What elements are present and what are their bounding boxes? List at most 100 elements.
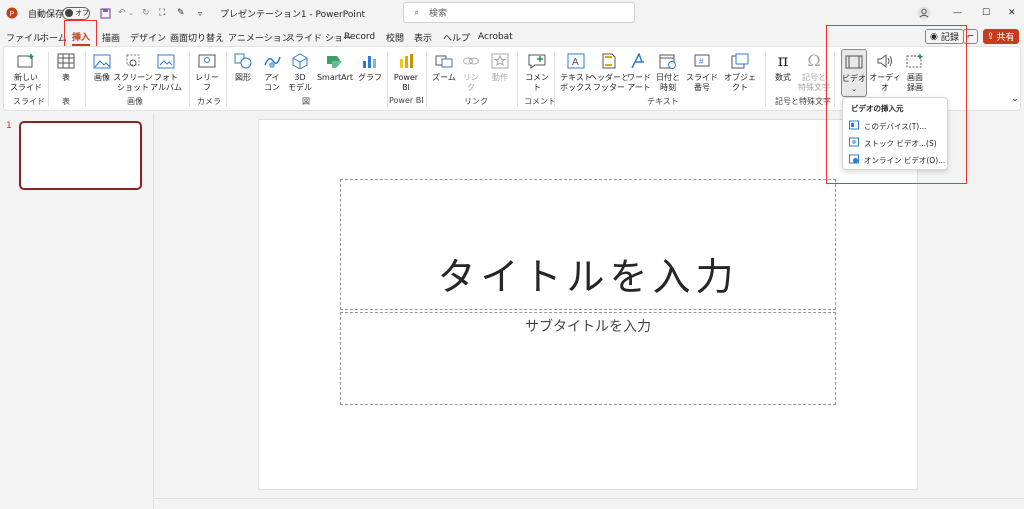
ribbon-separator bbox=[426, 52, 427, 107]
photo-album-button[interactable]: フォト アルバム bbox=[150, 52, 182, 93]
group-label-powerbi: Power BI bbox=[389, 96, 424, 105]
3d-models-label: 3D モデル bbox=[288, 73, 312, 92]
redo-icon[interactable]: ↻ bbox=[142, 0, 150, 26]
header-footer-button[interactable]: ヘッダーと フッター bbox=[589, 52, 629, 93]
image-icon bbox=[93, 52, 111, 70]
tab-home[interactable]: ホーム bbox=[40, 28, 67, 46]
comment-icon bbox=[528, 52, 546, 70]
group-label-illustrations: 図 bbox=[302, 97, 310, 106]
new-slide-label: 新しい スライド bbox=[10, 73, 42, 92]
group-label-links: リンク bbox=[464, 97, 488, 106]
close-icon[interactable]: ✕ bbox=[1008, 0, 1016, 26]
textbox-button[interactable]: A テキスト ボックス bbox=[560, 52, 592, 93]
comment-button[interactable]: コメント bbox=[523, 52, 551, 93]
share-button[interactable]: ⇪ 共有 bbox=[983, 29, 1019, 44]
save-icon[interactable] bbox=[100, 0, 111, 26]
shapes-icon bbox=[234, 52, 252, 70]
zoom-button[interactable]: ズーム bbox=[431, 52, 457, 83]
tab-view[interactable]: 表示 bbox=[414, 28, 432, 46]
group-label-text: テキスト bbox=[647, 97, 679, 106]
svg-text:P: P bbox=[10, 11, 15, 18]
tab-file[interactable]: ファイル bbox=[6, 28, 42, 46]
tab-animations[interactable]: アニメーション bbox=[228, 28, 291, 46]
maximize-icon[interactable]: ☐ bbox=[982, 0, 990, 26]
photo-album-icon bbox=[157, 52, 175, 70]
cameo-icon bbox=[198, 52, 216, 70]
equation-button[interactable]: π 数式 bbox=[772, 52, 794, 83]
shapes-button[interactable]: 図形 bbox=[232, 52, 254, 83]
notes-divider bbox=[153, 498, 1024, 499]
wordart-button[interactable]: ワード アート bbox=[626, 52, 652, 93]
tab-transitions[interactable]: 画面切り替え bbox=[170, 28, 224, 46]
title-placeholder[interactable]: タイトルを入力 bbox=[340, 179, 836, 310]
screenshot-label: スクリーン ショット bbox=[113, 73, 153, 92]
minimize-icon[interactable]: — bbox=[953, 0, 962, 26]
share-icon: ⇪ bbox=[987, 31, 995, 42]
tab-slideshow[interactable]: スライド ショー bbox=[286, 28, 352, 46]
datetime-button[interactable]: 日付と 時刻 bbox=[656, 52, 680, 93]
link-button[interactable]: リンク bbox=[460, 52, 482, 93]
table-button[interactable]: 表 bbox=[54, 52, 78, 83]
account-icon[interactable] bbox=[917, 0, 931, 26]
powerbi-button[interactable]: Power BI bbox=[393, 52, 419, 93]
chart-button[interactable]: グラフ bbox=[358, 52, 382, 83]
wordart-label: ワード アート bbox=[627, 73, 651, 92]
tab-review[interactable]: 校閲 bbox=[386, 28, 404, 46]
undo-dropdown-icon[interactable]: ⌄ bbox=[128, 0, 134, 26]
pane-divider bbox=[153, 113, 154, 509]
omega-icon: Ω bbox=[807, 51, 821, 70]
calendar-icon bbox=[659, 52, 677, 70]
subtitle-placeholder[interactable]: サブタイトルを入力 bbox=[340, 312, 836, 405]
group-label-camera: カメラ bbox=[197, 97, 221, 106]
search-placeholder: 検索 bbox=[429, 9, 448, 19]
ribbon-separator bbox=[85, 52, 86, 107]
3d-models-button[interactable]: 3D モデル bbox=[287, 52, 313, 93]
wordart-icon bbox=[630, 52, 648, 70]
photo-album-label: フォト アルバム bbox=[150, 73, 182, 92]
textbox-label: テキスト ボックス bbox=[560, 73, 592, 92]
table-icon bbox=[57, 52, 75, 70]
image-label: 画像 bbox=[94, 73, 110, 82]
object-button[interactable]: オブジェクト bbox=[723, 52, 757, 93]
slide-thumbnail[interactable] bbox=[19, 121, 142, 190]
document-title: プレゼンテーション1 - PowerPoint bbox=[220, 9, 366, 20]
screenshot-button[interactable]: スクリーン ショット bbox=[113, 52, 153, 93]
smartart-label: SmartArt bbox=[316, 73, 354, 82]
action-button[interactable]: 動作 bbox=[489, 52, 511, 83]
cube-icon bbox=[291, 52, 309, 70]
cameo-button[interactable]: レリー フ bbox=[194, 52, 220, 93]
group-label-comments: コメント bbox=[524, 97, 556, 106]
autosave-state: オフ bbox=[75, 9, 89, 17]
image-button[interactable]: 画像 bbox=[90, 52, 114, 83]
tab-help[interactable]: ヘルプ bbox=[443, 28, 470, 46]
ribbon-separator bbox=[387, 52, 388, 107]
format-icon[interactable]: ✎ bbox=[177, 0, 185, 26]
smartart-button[interactable]: SmartArt bbox=[317, 52, 353, 83]
slide-number-button[interactable]: # スライド番号 bbox=[683, 52, 721, 93]
tab-draw[interactable]: 描画 bbox=[102, 28, 120, 46]
tab-design[interactable]: デザイン bbox=[130, 28, 166, 46]
collapse-ribbon-icon[interactable]: ⌄ bbox=[1010, 94, 1020, 104]
video-menu-highlight bbox=[826, 25, 967, 184]
ribbon-separator bbox=[765, 52, 766, 107]
shapes-label: 図形 bbox=[235, 73, 251, 82]
icons-button[interactable]: アイ コン bbox=[261, 52, 283, 93]
icons-label: アイ コン bbox=[264, 73, 280, 92]
smartart-icon bbox=[326, 52, 344, 70]
search-box[interactable]: ⌕ 検索 bbox=[403, 2, 635, 23]
textbox-icon: A bbox=[567, 52, 585, 70]
table-label: 表 bbox=[62, 73, 70, 82]
powerbi-icon bbox=[397, 52, 415, 70]
tab-record[interactable]: Record bbox=[344, 28, 375, 46]
title-placeholder-text: タイトルを入力 bbox=[437, 255, 739, 299]
svg-text:#: # bbox=[699, 57, 704, 66]
qat-more-icon[interactable]: ▿ bbox=[198, 0, 202, 26]
powerpoint-logo-icon: P bbox=[6, 0, 18, 26]
presenter-icon[interactable]: ⛶ bbox=[159, 0, 165, 26]
zoom-icon bbox=[435, 52, 453, 70]
icons-icon bbox=[263, 52, 281, 70]
tab-acrobat[interactable]: Acrobat bbox=[478, 28, 513, 46]
group-label-images: 画像 bbox=[127, 97, 143, 106]
undo-icon[interactable]: ↶ bbox=[118, 0, 126, 26]
new-slide-button[interactable]: 新しい スライド bbox=[8, 52, 44, 93]
